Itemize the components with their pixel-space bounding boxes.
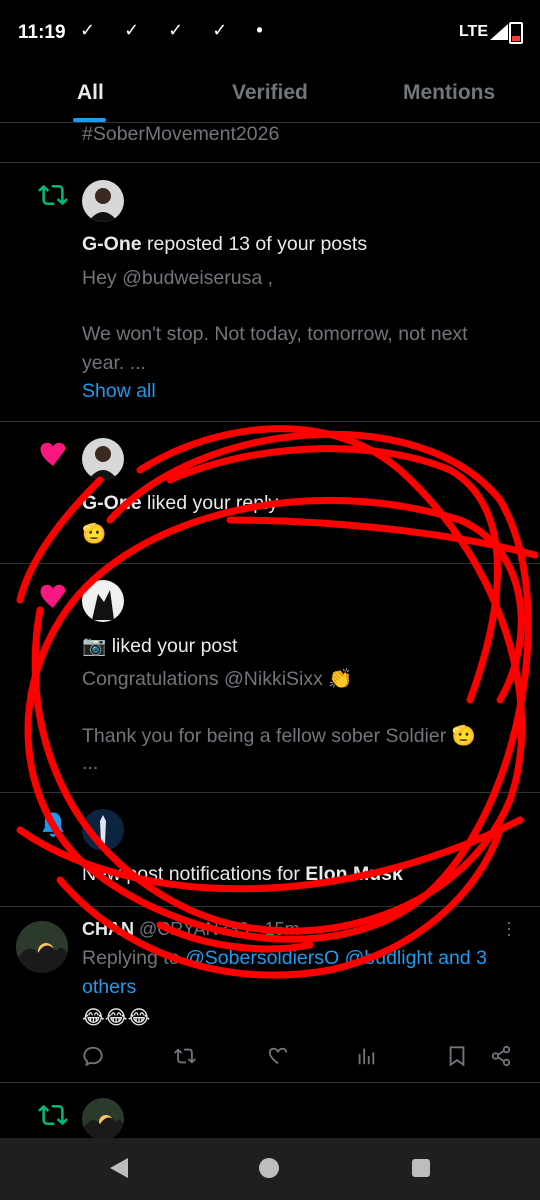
- notification-title: 📷 liked your post: [82, 634, 237, 658]
- like-icon[interactable]: [267, 1045, 289, 1067]
- notification-tabs: All Verified Mentions: [0, 64, 540, 123]
- post-preview-line: We won't stop. Not today, tomorrow, not …: [82, 323, 468, 345]
- signal-icon: [490, 24, 508, 40]
- mention-link[interactable]: others: [82, 976, 136, 999]
- back-icon[interactable]: [110, 1158, 128, 1178]
- notification-title: G-One liked your reply: [82, 492, 278, 515]
- action-text: New post notifications for: [82, 863, 306, 885]
- bell-icon: [42, 812, 64, 837]
- post-preview-line: Congratulations @NikkiSixx 👏: [82, 668, 353, 690]
- post-actions: [82, 1040, 522, 1070]
- handle-time: @CRYAN333 · 15m: [139, 919, 300, 939]
- reply-icon[interactable]: [82, 1045, 104, 1067]
- replying-label: Replying to: [82, 947, 185, 969]
- like-notification[interactable]: 📷 liked your post Congratulations @Nikki…: [0, 564, 540, 793]
- user-name[interactable]: CHAN: [82, 919, 134, 939]
- post-preview-line: ...: [82, 752, 99, 774]
- action-text: liked your post: [106, 635, 238, 657]
- system-navigation-bar: [0, 1138, 540, 1200]
- avatar[interactable]: [16, 921, 68, 973]
- post-header: CHAN @CRYAN333 · 15m: [82, 919, 300, 940]
- avatar[interactable]: [82, 1098, 124, 1140]
- home-icon[interactable]: [259, 1158, 279, 1178]
- action-text: liked your reply: [141, 492, 279, 514]
- network-type: LTE: [458, 23, 488, 40]
- subscription-notification[interactable]: New post notifications for Elon Musk: [0, 793, 540, 907]
- heart-icon: [40, 584, 66, 608]
- user-name[interactable]: G-One: [82, 233, 142, 255]
- post-preview-line: Hey @budweiserusa ,: [82, 267, 274, 289]
- list-item[interactable]: #SoberMovement2026: [0, 123, 540, 163]
- avatar[interactable]: [82, 438, 124, 480]
- battery-icon: [509, 22, 523, 44]
- status-bar: 11:19 ✓ ✓ ✓ ✓ • LTE: [0, 0, 540, 64]
- repost-icon: [38, 1104, 68, 1126]
- more-icon[interactable]: · · ·: [506, 913, 512, 943]
- repost-notification[interactable]: [0, 1083, 540, 1143]
- heart-icon: [40, 442, 66, 466]
- show-all-link[interactable]: Show all: [82, 380, 156, 403]
- repost-icon: [38, 184, 68, 206]
- notification-title: G-One reposted 13 of your posts: [82, 233, 367, 256]
- tab-all[interactable]: All: [77, 81, 104, 105]
- reply-preview: 🫡: [82, 523, 107, 545]
- avatar[interactable]: [82, 809, 124, 851]
- user-name[interactable]: G-One: [82, 492, 142, 514]
- user-name[interactable]: 📷: [82, 635, 106, 657]
- views-icon[interactable]: [355, 1045, 377, 1067]
- bookmark-icon[interactable]: [446, 1045, 468, 1067]
- avatar[interactable]: [82, 180, 124, 222]
- tab-mentions[interactable]: Mentions: [403, 81, 495, 105]
- action-text: reposted 13 of your posts: [141, 233, 368, 255]
- recent-apps-icon[interactable]: [412, 1159, 430, 1177]
- tab-verified[interactable]: Verified: [232, 81, 308, 105]
- post-preview-line: Thank you for being a fellow sober Soldi…: [82, 725, 476, 747]
- post-preview-line: year. ...: [82, 352, 146, 374]
- replying-to: Replying to @SobersoldiersO @budlight an…: [82, 947, 487, 970]
- reply-post[interactable]: CHAN @CRYAN333 · 15m · · · Replying to @So…: [0, 907, 540, 1083]
- avatar[interactable]: [82, 580, 124, 622]
- post-text: 😂😂😂: [82, 1007, 151, 1029]
- hashtag-text: #SoberMovement2026: [82, 123, 280, 145]
- repost-notification[interactable]: G-One reposted 13 of your posts Hey @bud…: [0, 163, 540, 422]
- notification-title: New post notifications for Elon Musk: [82, 863, 403, 886]
- mention-link[interactable]: @SobersoldiersO @budlight and 3: [185, 947, 487, 969]
- repost-icon[interactable]: [174, 1045, 196, 1067]
- active-tab-indicator: [73, 118, 106, 122]
- share-icon[interactable]: [490, 1045, 512, 1067]
- notification-check-icons: ✓ ✓ ✓ ✓ •: [80, 20, 275, 40]
- like-notification[interactable]: G-One liked your reply 🫡: [0, 422, 540, 564]
- user-name[interactable]: Elon Musk: [305, 863, 403, 885]
- clock: 11:19: [18, 22, 66, 43]
